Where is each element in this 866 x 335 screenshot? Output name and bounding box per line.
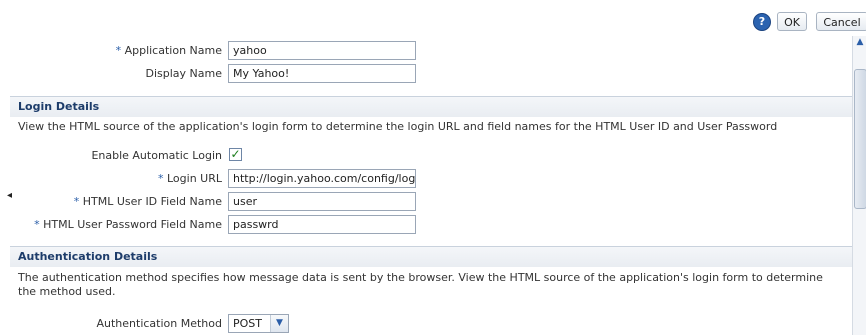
scroll-up-icon[interactable]: ▲	[854, 36, 866, 48]
required-marker: *	[34, 218, 40, 231]
application-name-input[interactable]: yahoo	[228, 41, 416, 60]
authentication-method-row: Authentication Method POST ▼	[0, 314, 852, 334]
authentication-details-title: Authentication Details	[18, 250, 158, 263]
authentication-method-value: POST	[233, 317, 262, 330]
required-marker: *	[115, 44, 122, 57]
user-id-field-row: * HTML User ID Field Name user	[0, 192, 852, 212]
user-id-field-input[interactable]: user	[228, 192, 416, 211]
form-content: * Application Name yahoo Display Name My…	[0, 36, 852, 335]
application-name-label: * Application Name	[115, 44, 222, 57]
ok-button[interactable]: OK	[777, 12, 807, 31]
collapse-pane-handle[interactable]: ◂	[7, 186, 14, 206]
login-url-label: * Login URL	[158, 172, 222, 185]
enable-auto-login-row: Enable Automatic Login ✓	[0, 146, 852, 166]
authentication-method-label: Authentication Method	[96, 317, 222, 330]
login-url-input[interactable]: http://login.yahoo.com/config/login	[228, 169, 416, 188]
password-field-label: * HTML User Password Field Name	[34, 218, 222, 231]
cancel-button[interactable]: Cancel	[816, 12, 866, 31]
required-marker: *	[73, 195, 80, 208]
password-field-input[interactable]: passwrd	[228, 215, 416, 234]
display-name-row: Display Name My Yahoo!	[0, 64, 852, 84]
login-details-description: View the HTML source of the application'…	[18, 120, 778, 133]
required-marker: *	[158, 172, 164, 185]
scroll-thumb[interactable]	[854, 69, 866, 209]
page-toolbar: ? OK Cancel	[0, 0, 866, 36]
login-details-header: Login Details	[10, 96, 852, 117]
enable-auto-login-checkbox[interactable]: ✓	[229, 148, 242, 161]
vertical-scrollbar[interactable]: ▲	[852, 36, 866, 335]
authentication-details-description: The authentication method specifies how …	[18, 271, 823, 298]
login-details-title: Login Details	[18, 100, 100, 113]
display-name-input[interactable]: My Yahoo!	[228, 64, 416, 83]
chevron-down-icon[interactable]: ▼	[270, 315, 288, 332]
display-name-label: Display Name	[145, 67, 223, 80]
enable-auto-login-label: Enable Automatic Login	[91, 149, 222, 162]
authentication-details-header: Authentication Details	[10, 246, 852, 267]
authentication-method-select[interactable]: POST ▼	[228, 314, 289, 333]
help-icon[interactable]: ?	[753, 13, 771, 31]
user-id-field-label: * HTML User ID Field Name	[73, 195, 222, 208]
application-name-row: * Application Name yahoo	[0, 41, 852, 61]
password-field-row: * HTML User Password Field Name passwrd	[0, 215, 852, 235]
login-url-row: * Login URL http://login.yahoo.com/confi…	[0, 169, 852, 189]
